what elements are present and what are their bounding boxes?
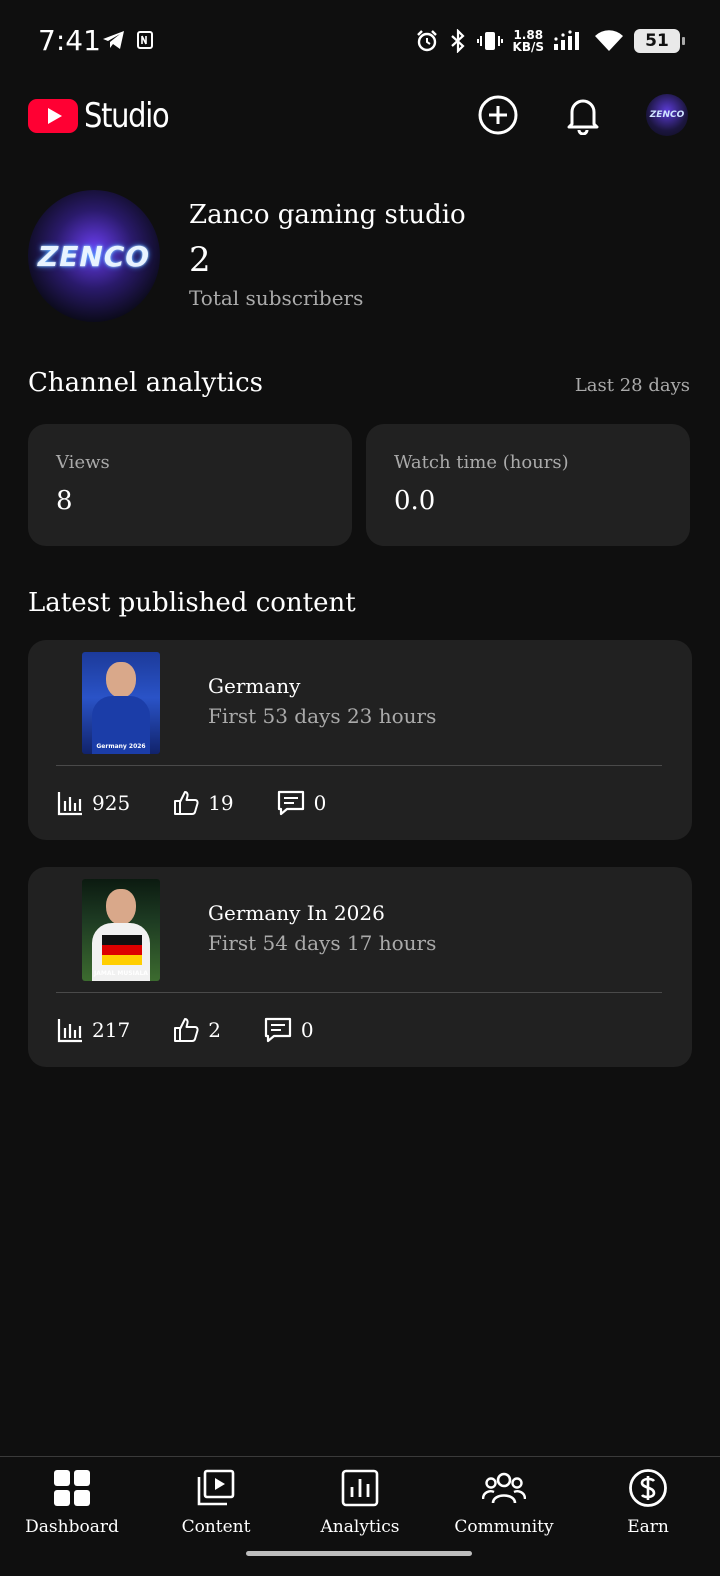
likes-count: 2: [208, 1018, 221, 1042]
channel-avatar-text: ZENCO: [37, 239, 151, 273]
studio-logo[interactable]: Studio: [28, 96, 183, 136]
comments-count: 0: [300, 1018, 314, 1042]
nav-label: Dashboard: [25, 1517, 119, 1537]
likes-metric: 2: [172, 1016, 221, 1044]
bluetooth-icon: [450, 29, 465, 53]
analytics-range: Last 28 days: [574, 375, 690, 396]
community-icon: [482, 1472, 526, 1504]
nav-community[interactable]: Community: [432, 1467, 576, 1537]
views-value: 8: [56, 486, 73, 516]
comment-icon: [264, 1017, 292, 1043]
status-right-icons: 1.88 KB/S 51: [415, 24, 685, 58]
views-label: Views: [56, 452, 110, 473]
thumbnail-caption: Germany 2026: [96, 743, 146, 750]
nav-earn[interactable]: Earn: [576, 1467, 720, 1537]
net-speed: 1.88 KB/S: [513, 29, 544, 53]
watch-time-card[interactable]: Watch time (hours) 0.0: [366, 424, 690, 546]
nav-label: Community: [454, 1517, 554, 1537]
video-metrics: 925 19 0: [56, 788, 368, 818]
battery-icon: 51: [634, 29, 685, 53]
views-metric: 925: [56, 789, 130, 817]
nav-dashboard[interactable]: Dashboard: [0, 1467, 144, 1537]
analytics-icon: [341, 1469, 379, 1507]
bell-icon: [567, 99, 599, 135]
channel-header: ZENCO Zanco gaming studio 2 Total subscr…: [28, 190, 692, 324]
video-metrics: 217 2 0: [56, 1015, 356, 1045]
app-bar: Studio ZENCO: [0, 84, 720, 148]
account-avatar: ZENCO: [646, 94, 688, 136]
content-card[interactable]: Germany 2026 Germany First 53 days 23 ho…: [28, 640, 692, 840]
subscriber-count: 2: [189, 240, 211, 280]
video-period: First 54 days 17 hours: [208, 931, 437, 955]
video-title: Germany: [208, 674, 301, 698]
nav-label: Content: [181, 1517, 251, 1537]
nfc-icon: [137, 31, 153, 49]
video-title: Germany In 2026: [208, 901, 385, 925]
comments-count: 0: [313, 791, 327, 815]
divider: [56, 765, 662, 766]
thumbs-up-icon: [174, 1018, 199, 1042]
divider: [56, 992, 662, 993]
vibrate-icon: [476, 32, 503, 50]
nav-analytics[interactable]: Analytics: [288, 1467, 432, 1537]
subscriber-label: Total subscribers: [189, 286, 364, 310]
account-button[interactable]: ZENCO: [644, 92, 690, 138]
notifications-button[interactable]: [560, 92, 606, 138]
latest-content-title: Latest published content: [28, 588, 356, 618]
bar-chart-icon: [57, 1019, 82, 1043]
bottom-nav: Dashboard Content Analytics Community Ea…: [0, 1456, 720, 1576]
comment-icon: [277, 790, 304, 816]
views-count: 925: [92, 791, 131, 815]
views-count: 217: [92, 1018, 131, 1042]
views-card[interactable]: Views 8: [28, 424, 352, 546]
create-icon: [478, 95, 518, 135]
thumbnail-caption: JAMAL MUSIALA: [94, 970, 148, 977]
content-card[interactable]: JAMAL MUSIALA Germany In 2026 First 54 d…: [28, 867, 692, 1067]
thumbs-up-icon: [174, 791, 199, 815]
status-left-icons: [102, 29, 154, 51]
bar-chart-icon: [57, 792, 82, 816]
analytics-title: Channel analytics: [28, 368, 264, 398]
views-metric: 217: [56, 1016, 130, 1044]
logo-text: Studio: [84, 96, 170, 136]
video-thumbnail: Germany 2026: [82, 652, 160, 754]
net-speed-unit: KB/S: [512, 40, 544, 54]
youtube-logo-icon: [28, 99, 78, 133]
status-bar: 7:41 1.88 KB/S 51: [0, 0, 720, 84]
content-icon: [197, 1469, 235, 1506]
home-indicator[interactable]: [246, 1551, 472, 1556]
likes-metric: 19: [172, 789, 234, 817]
wifi-icon: [595, 30, 623, 51]
signal-icon: [554, 30, 579, 50]
earn-icon: [629, 1469, 667, 1507]
watch-time-value: 0.0: [394, 486, 436, 516]
nav-label: Earn: [627, 1517, 669, 1537]
video-thumbnail: JAMAL MUSIALA: [82, 879, 160, 981]
channel-name: Zanco gaming studio: [189, 200, 466, 230]
nav-content[interactable]: Content: [144, 1467, 288, 1537]
channel-avatar[interactable]: ZENCO: [28, 190, 160, 322]
create-button[interactable]: [475, 92, 521, 138]
dashboard-icon: [54, 1470, 90, 1506]
status-time: 7:41: [38, 24, 101, 57]
nav-label: Analytics: [320, 1517, 400, 1537]
telegram-icon: [103, 31, 124, 49]
watch-time-label: Watch time (hours): [394, 452, 569, 473]
comments-metric: 0: [276, 789, 327, 817]
comments-metric: 0: [263, 1016, 314, 1044]
video-period: First 53 days 23 hours: [208, 704, 437, 728]
likes-count: 19: [208, 791, 234, 815]
alarm-icon: [416, 30, 437, 52]
